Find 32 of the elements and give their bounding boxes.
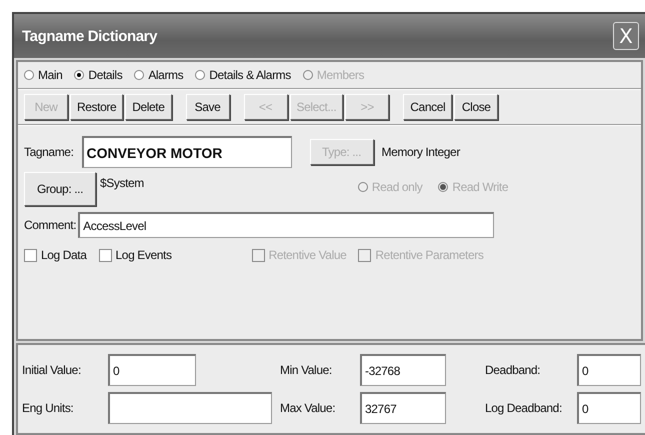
toolbar-button[interactable]: Restore bbox=[70, 94, 124, 120]
window-title: Tagname Dictionary bbox=[22, 28, 158, 44]
group-button[interactable]: Group: ... bbox=[24, 172, 96, 206]
window-x-button[interactable]: X bbox=[613, 22, 639, 50]
value-field[interactable]: 0 bbox=[108, 354, 196, 386]
value-field[interactable]: 0 bbox=[577, 354, 641, 386]
tagname-field[interactable]: CONVEYOR MOTOR bbox=[82, 136, 292, 168]
toolbar-button[interactable]: Delete bbox=[125, 94, 172, 120]
value-label: Min Value: bbox=[280, 363, 333, 377]
value-field[interactable]: -32768 bbox=[360, 354, 446, 386]
value-field[interactable]: 0 bbox=[577, 392, 641, 424]
value-label: Deadband: bbox=[485, 363, 542, 377]
option-checkbox[interactable]: Log Data bbox=[24, 248, 87, 262]
view-radio[interactable]: Main bbox=[24, 68, 62, 82]
toolbar-button[interactable]: Close bbox=[454, 94, 498, 120]
value-label: Log Deadband: bbox=[485, 401, 563, 415]
option-checkbox[interactable]: Log Events bbox=[98, 248, 172, 262]
value-field[interactable]: 32767 bbox=[360, 392, 446, 424]
view-radio[interactable]: Details & Alarms bbox=[195, 68, 291, 82]
type-value: Memory Integer bbox=[382, 145, 460, 159]
toolbar-button[interactable]: Cancel bbox=[403, 94, 452, 120]
toolbar-button[interactable]: Save bbox=[186, 94, 230, 120]
view-radio[interactable]: Details bbox=[74, 68, 122, 82]
value-label: Initial Value: bbox=[22, 363, 82, 377]
value-field[interactable] bbox=[108, 392, 272, 424]
comment-field[interactable]: AccessLevel bbox=[78, 212, 494, 238]
group-value: $System bbox=[100, 176, 144, 190]
value-label: Max Value: bbox=[280, 401, 336, 415]
view-radio[interactable]: Alarms bbox=[134, 68, 184, 82]
comment-label: Comment: bbox=[24, 218, 76, 232]
tagname-label: Tagname: bbox=[24, 145, 74, 159]
value-label: Eng Units: bbox=[22, 401, 74, 415]
